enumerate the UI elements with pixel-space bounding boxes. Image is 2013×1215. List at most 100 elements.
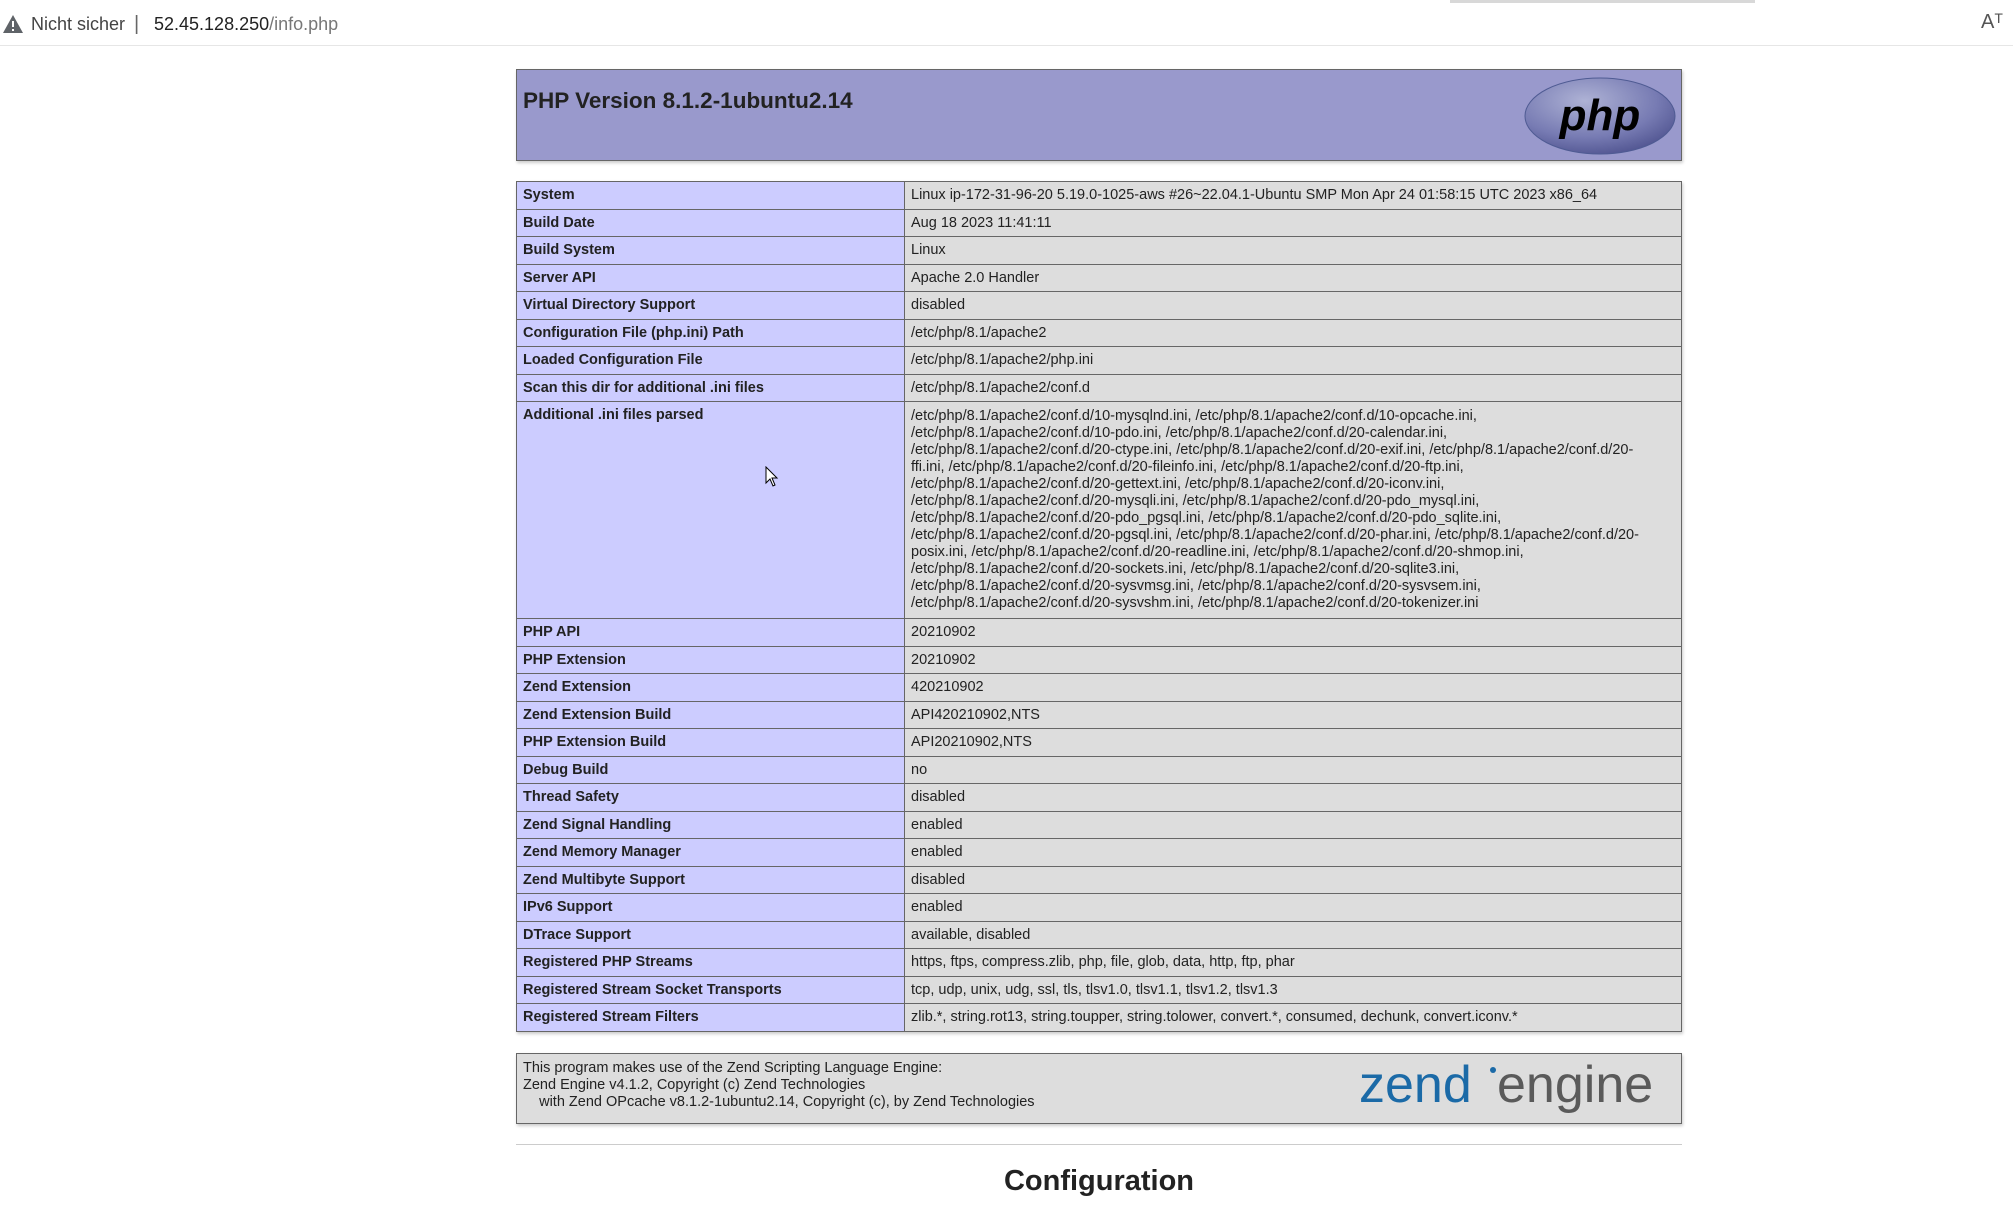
phpinfo-content: PHP Version 8.1.2-1ubuntu2.14 php System… <box>516 69 1682 1198</box>
address-separator: | <box>134 13 140 35</box>
zend-credits-line: with Zend OPcache v8.1.2-1ubuntu2.14, Co… <box>523 1093 1035 1110</box>
info-row: Additional .ini files parsed/etc/php/8.1… <box>516 401 1682 619</box>
info-key: Registered PHP Streams <box>516 948 905 977</box>
info-key: PHP Extension <box>516 645 905 674</box>
info-key: Thread Safety <box>516 783 905 812</box>
info-value: enabled <box>904 893 1682 922</box>
info-value-line: ffi.ini, /etc/php/8.1/apache2/conf.d/20-… <box>911 459 1464 475</box>
info-key: DTrace Support <box>516 920 905 949</box>
info-row: Loaded Configuration File/etc/php/8.1/ap… <box>516 346 1682 375</box>
info-row: PHP API 20210902 <box>516 618 1682 647</box>
info-row: Zend Memory Manager enabled <box>516 838 1682 867</box>
info-value: API420210902,NTS <box>904 700 1682 729</box>
page-title: PHP Version 8.1.2-1ubuntu2.14 <box>523 88 853 113</box>
url-field[interactable]: 52.45.128.250/info.php <box>154 12 338 36</box>
info-value-line: /etc/php/8.1/apache2/conf.d/20-sockets.i… <box>911 561 1460 577</box>
info-key: IPv6 Support <box>516 893 905 922</box>
info-key: Scan this dir for additional .ini files <box>516 373 905 402</box>
info-row: PHP Extension 20210902 <box>516 645 1682 674</box>
info-key: System <box>516 181 905 210</box>
zend-credits: This program makes use of the Zend Scrip… <box>523 1060 1035 1111</box>
info-key: Registered Stream Socket Transports <box>516 975 905 1004</box>
url-host: 52.45.128.250 <box>154 14 270 34</box>
info-row: Build System Linux <box>516 236 1682 265</box>
info-value-line: /etc/php/8.1/apache2/conf.d/20-pgsql.ini… <box>911 527 1639 543</box>
info-row: DTrace Support available, disabled <box>516 920 1682 949</box>
info-value-line: /etc/php/8.1/apache2/conf.d/20-pdo_pgsql… <box>911 510 1502 526</box>
info-row: Registered Stream Filters zlib.*, string.… <box>516 1003 1682 1032</box>
info-value-line: /etc/php/8.1/apache2/conf.d/20-mysqli.in… <box>911 493 1480 509</box>
zend-credits-line: This program makes use of the Zend Scrip… <box>523 1059 943 1076</box>
info-value: /etc/php/8.1/apache2/conf.d/10-mysqlnd.i… <box>904 401 1682 619</box>
php-version-header: PHP Version 8.1.2-1ubuntu2.14 php <box>516 69 1682 161</box>
info-key: Configuration File (php.ini) Path <box>516 318 905 347</box>
info-value-line: /etc/php/8.1/apache2/conf.d/10-pdo.ini, … <box>911 425 1448 441</box>
info-value: Linux ip-172-31-96-20 5.19.0-1025-aws #2… <box>904 181 1682 210</box>
info-value: disabled <box>904 291 1682 320</box>
info-value: /etc/php/8.1/apache2/conf.d <box>904 373 1682 402</box>
mouse-cursor-icon <box>765 466 779 487</box>
info-key: Debug Build <box>516 755 905 784</box>
info-value-line: /etc/php/8.1/apache2/conf.d/20-sysvshm.i… <box>911 595 1479 611</box>
info-key: Zend Extension Build <box>516 700 905 729</box>
info-value: tcp, udp, unix, udg, ssl, tls, tlsv1.0, … <box>904 975 1682 1004</box>
info-value-line: /etc/php/8.1/apache2/conf.d/20-gettext.i… <box>911 476 1445 492</box>
php-logo: php <box>1524 77 1676 155</box>
info-row: Build Date Aug 18 2023 11:41:11 <box>516 208 1682 237</box>
info-row: Scan this dir for additional .ini files /… <box>516 373 1682 402</box>
configuration-heading: Configuration <box>1003 1164 1195 1197</box>
info-key: Registered Stream Filters <box>516 1003 905 1032</box>
info-row: PHP Extension Build API20210902,NTS <box>516 728 1682 757</box>
info-value: /etc/php/8.1/apache2/php.ini <box>904 346 1682 375</box>
engine-logo-word: engine <box>1497 1058 1653 1114</box>
info-value: enabled <box>904 838 1682 867</box>
info-value: Linux <box>904 236 1682 265</box>
info-value: enabled <box>904 810 1682 839</box>
info-key: Server API <box>516 263 905 292</box>
info-key: Zend Multibyte Support <box>516 865 905 894</box>
info-value: 20210902 <box>904 645 1682 674</box>
info-row: IPv6 Support enabled <box>516 893 1682 922</box>
info-value-line: /etc/php/8.1/apache2/conf.d/10-mysqlnd.i… <box>911 408 1477 424</box>
zend-credits-line: Zend Engine v4.1.2, Copyright (c) Zend T… <box>523 1076 866 1093</box>
info-row: Registered PHP Streams https, ftps, compr… <box>516 948 1682 977</box>
info-value: Apache 2.0 Handler <box>904 263 1682 292</box>
info-value: /etc/php/8.1/apache2 <box>904 318 1682 347</box>
info-table: System Linux ip-172-31-96-20 5.19.0-1025-… <box>516 181 1682 1032</box>
info-value: disabled <box>904 865 1682 894</box>
info-value: 20210902 <box>904 618 1682 647</box>
info-key: Zend Extension <box>516 673 905 702</box>
info-value: Aug 18 2023 11:41:11 <box>904 208 1682 237</box>
reader-mode-icon[interactable]: Aᵀ <box>1981 10 2003 34</box>
info-key: Build System <box>516 236 905 265</box>
info-row: Virtual Directory Support disabled <box>516 291 1682 320</box>
info-row: Debug Build no <box>516 755 1682 784</box>
info-value: zlib.*, string.rot13, string.toupper, st… <box>904 1003 1682 1032</box>
info-key: PHP API <box>516 618 905 647</box>
info-row: System Linux ip-172-31-96-20 5.19.0-1025-… <box>516 181 1682 210</box>
zend-logo-word: zend <box>1359 1058 1472 1114</box>
info-row: Zend Signal Handling enabled <box>516 810 1682 839</box>
tab-strip-indicator <box>1450 0 1755 3</box>
info-row: Registered Stream Socket Transports tcp, … <box>516 975 1682 1004</box>
info-row: Server API Apache 2.0 Handler <box>516 263 1682 292</box>
info-key: PHP Extension Build <box>516 728 905 757</box>
info-value-line: posix.ini, /etc/php/8.1/apache2/conf.d/2… <box>911 544 1524 560</box>
section-divider <box>516 1143 1682 1145</box>
info-key: Zend Signal Handling <box>516 810 905 839</box>
info-row: Configuration File (php.ini) Path/etc/ph… <box>516 318 1682 347</box>
info-value: https, ftps, compress.zlib, php, file, g… <box>904 948 1682 977</box>
info-value: 420210902 <box>904 673 1682 702</box>
info-key: Build Date <box>516 208 905 237</box>
info-key: Virtual Directory Support <box>516 291 905 320</box>
zend-engine-logo: zend engine <box>1359 1058 1653 1114</box>
info-value: no <box>904 755 1682 784</box>
security-status-label[interactable]: Nicht sicher <box>31 12 125 36</box>
url-path: /info.php <box>269 14 339 34</box>
info-value-line: /etc/php/8.1/apache2/conf.d/20-ctype.ini… <box>911 442 1634 458</box>
warning-icon[interactable] <box>2 14 24 34</box>
info-row: Thread Safety disabled <box>516 783 1682 812</box>
info-key: Additional .ini files parsed <box>516 401 905 619</box>
info-row: Zend Extension 420210902 <box>516 673 1682 702</box>
info-value-line: /etc/php/8.1/apache2/conf.d/20-sysvmsg.i… <box>911 578 1481 594</box>
